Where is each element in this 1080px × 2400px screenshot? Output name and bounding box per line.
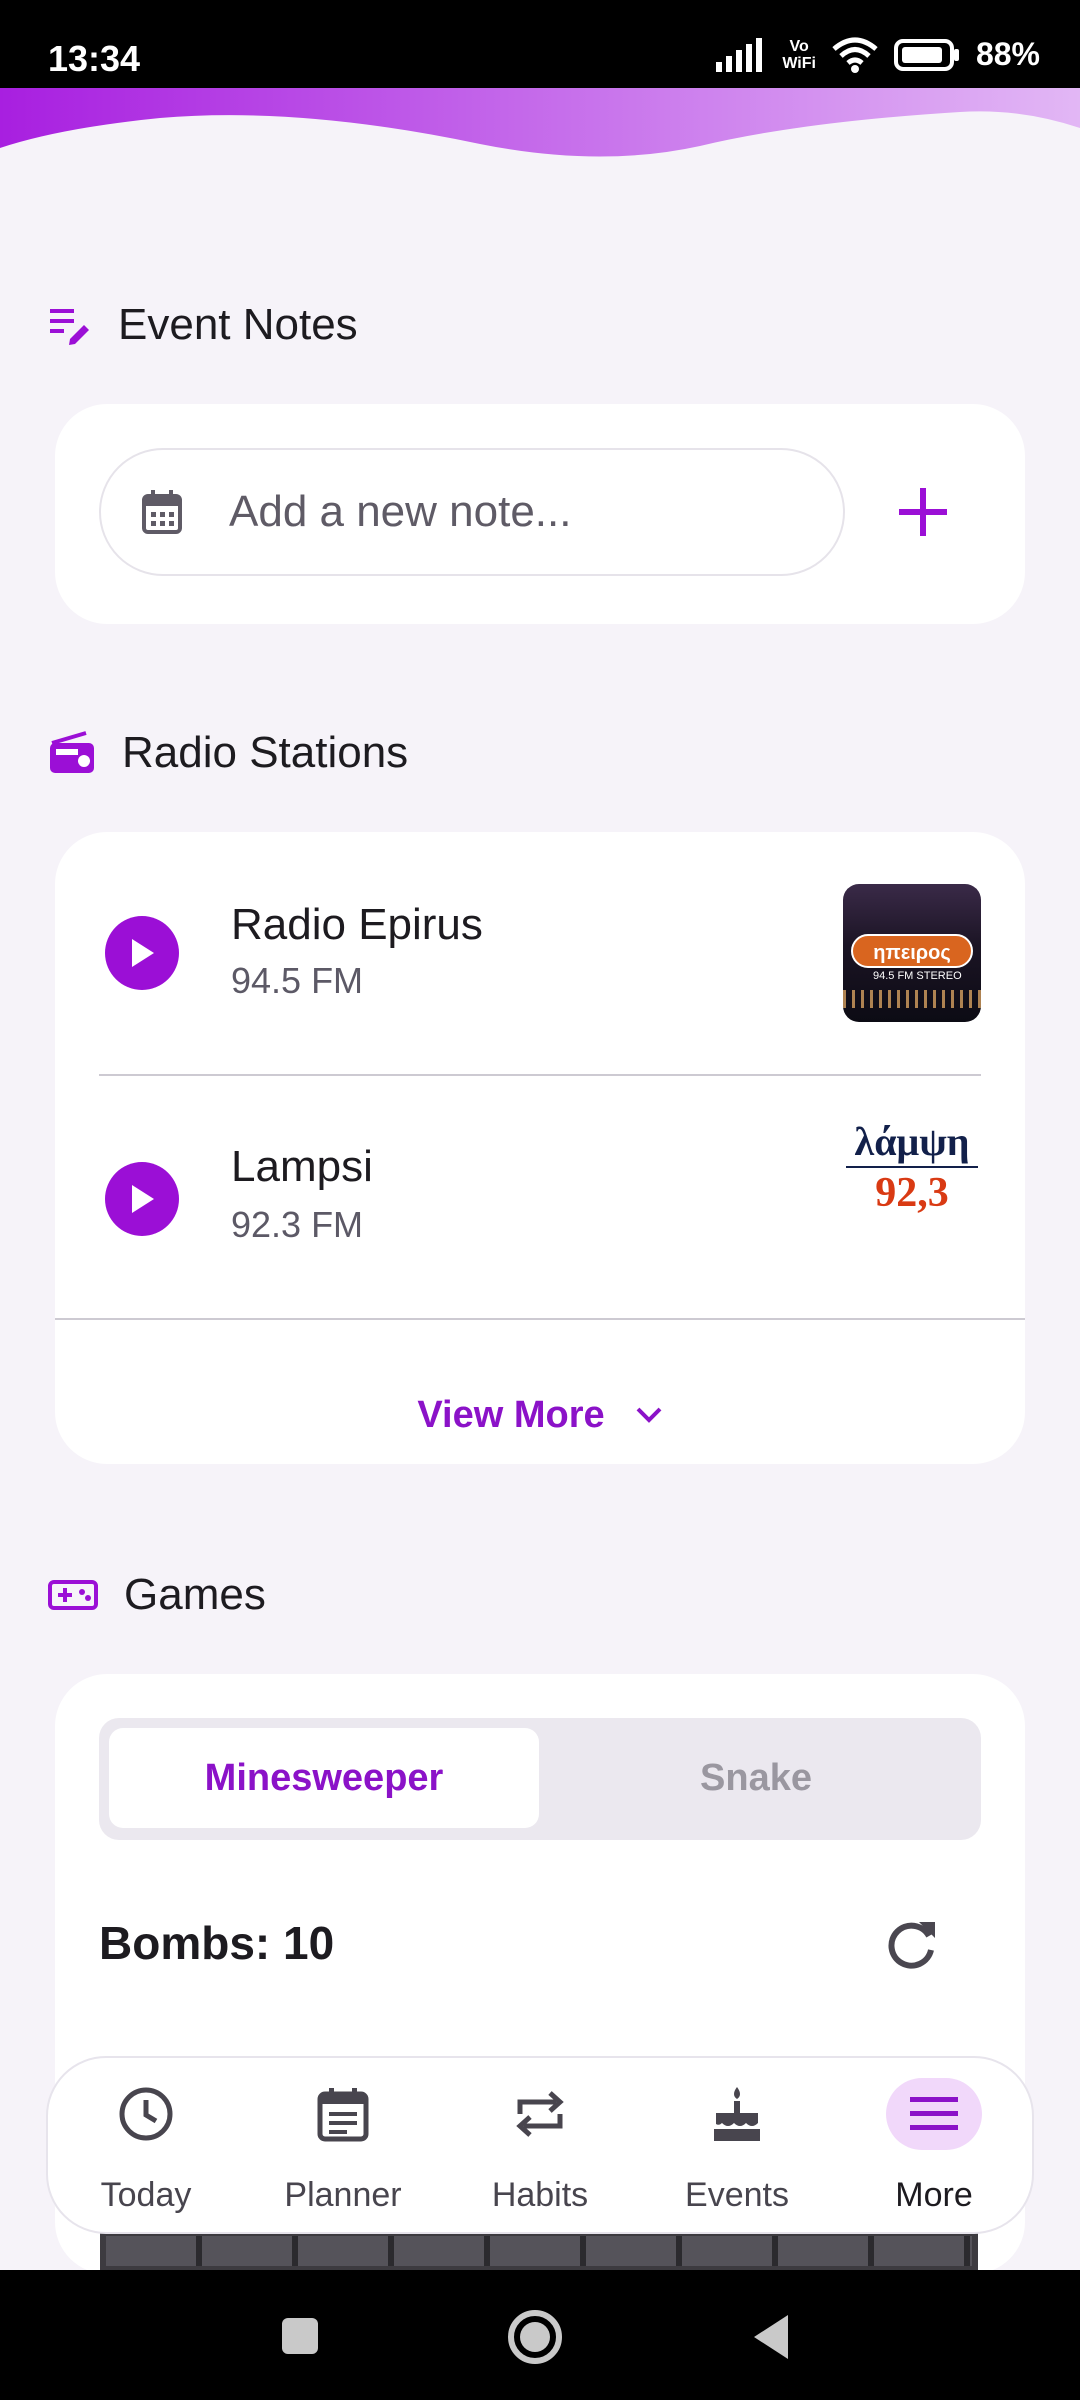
radio-stations-header: Radio Stations xyxy=(48,728,408,778)
logo-rule xyxy=(846,1166,978,1168)
nav-icon-wrap xyxy=(98,2078,194,2150)
plus-icon xyxy=(899,488,947,536)
gamepad-icon xyxy=(48,1580,98,1610)
edit-notes-icon xyxy=(50,309,89,345)
nav-label: Planner xyxy=(284,2176,402,2214)
play-icon xyxy=(132,1185,154,1213)
event-notes-card xyxy=(55,404,1025,624)
clock-icon xyxy=(119,2087,173,2141)
view-more-divider xyxy=(55,1318,1025,1320)
station-divider xyxy=(99,1074,981,1076)
status-time: 13:34 xyxy=(48,38,141,79)
battery-percentage: 88% xyxy=(975,36,1040,72)
play-button[interactable] xyxy=(105,916,179,990)
refresh-icon[interactable] xyxy=(883,1914,943,1974)
station-row[interactable]: Radio Epirus 94.5 FM ηπειρος 94.5 FM STE… xyxy=(55,832,1025,1032)
event-notes-title: Event Notes xyxy=(118,300,358,349)
radio-stations-card: Radio Epirus 94.5 FM ηπειρος 94.5 FM STE… xyxy=(55,832,1025,1464)
nav-events[interactable]: Events xyxy=(647,2058,827,2236)
station-logo-word: λάμψη xyxy=(854,1119,970,1164)
play-button[interactable] xyxy=(105,1162,179,1236)
nav-icon-wrap xyxy=(689,2078,785,2150)
wifi-icon xyxy=(832,37,878,73)
view-more-label: View More xyxy=(417,1393,605,1436)
nav-label: Habits xyxy=(491,2176,589,2214)
calendar-icon xyxy=(142,490,182,534)
nav-planner[interactable]: Planner xyxy=(253,2058,433,2236)
station-logo: λάμψη 92,3 xyxy=(843,1120,981,1230)
system-navigation-bar xyxy=(0,2270,1080,2400)
tab-minesweeper[interactable]: Minesweeper xyxy=(109,1728,539,1828)
wifi-calling-text: WiFi xyxy=(782,54,816,72)
volte-indicator: Vo WiFi xyxy=(782,38,816,72)
radio-stations-title: Radio Stations xyxy=(122,728,409,777)
game-segmented-control: Minesweeper Snake xyxy=(99,1718,981,1840)
note-input-container[interactable] xyxy=(99,448,845,576)
nav-label: Today xyxy=(100,2176,192,2214)
planner-icon xyxy=(317,2088,369,2142)
nav-label: More xyxy=(895,2176,973,2214)
signal-icon xyxy=(716,37,763,72)
repeat-icon xyxy=(516,2091,564,2137)
battery-icon xyxy=(893,38,959,71)
grid-cells xyxy=(106,2236,972,2266)
station-logo-subtext: 94.5 FM STEREO xyxy=(873,970,962,982)
back-button-icon[interactable] xyxy=(750,2312,792,2362)
station-frequency: 94.5 FM xyxy=(231,960,364,1001)
status-bar: 13:34 Vo WiFi 88% xyxy=(0,0,1080,92)
menu-icon xyxy=(910,2097,958,2130)
station-name: Radio Epirus xyxy=(231,900,483,949)
nav-today[interactable]: Today xyxy=(56,2058,236,2236)
header-wave xyxy=(0,88,1080,157)
nav-icon-wrap xyxy=(886,2078,982,2150)
bottom-navigation: Today Planner Habits Events More xyxy=(46,2056,1034,2234)
nav-label: Events xyxy=(685,2176,789,2214)
nav-habits[interactable]: Habits xyxy=(450,2058,630,2236)
station-logo-text: ηπειρος xyxy=(851,934,973,968)
radio-icon xyxy=(50,731,94,773)
nav-icon-wrap xyxy=(295,2078,391,2150)
games-header: Games xyxy=(48,1570,266,1620)
tab-snake[interactable]: Snake xyxy=(541,1728,971,1828)
minesweeper-grid[interactable] xyxy=(100,2232,978,2272)
nav-icon-wrap xyxy=(492,2078,588,2150)
home-button-icon[interactable] xyxy=(506,2308,564,2366)
logo-city-lights xyxy=(843,990,981,1008)
cake-icon xyxy=(714,2087,760,2141)
event-notes-header: Event Notes xyxy=(48,300,358,350)
play-icon xyxy=(132,939,154,967)
add-note-button[interactable] xyxy=(875,464,971,560)
station-name: Lampsi xyxy=(231,1142,373,1191)
station-logo: ηπειρος 94.5 FM STEREO xyxy=(843,884,981,1022)
recents-button-icon[interactable] xyxy=(280,2316,320,2356)
status-icons: Vo WiFi 88% xyxy=(716,36,1040,73)
bombs-counter: Bombs: 10 xyxy=(99,1917,335,1969)
note-input[interactable] xyxy=(227,486,791,538)
nav-more[interactable]: More xyxy=(844,2058,1024,2236)
chevron-down-icon xyxy=(636,1407,662,1423)
station-logo-number: 92,3 xyxy=(875,1170,949,1216)
games-title: Games xyxy=(124,1570,266,1619)
view-more-button[interactable]: View More xyxy=(55,1360,1025,1470)
station-frequency: 92.3 FM xyxy=(231,1204,364,1245)
volte-text: Vo xyxy=(789,37,809,55)
